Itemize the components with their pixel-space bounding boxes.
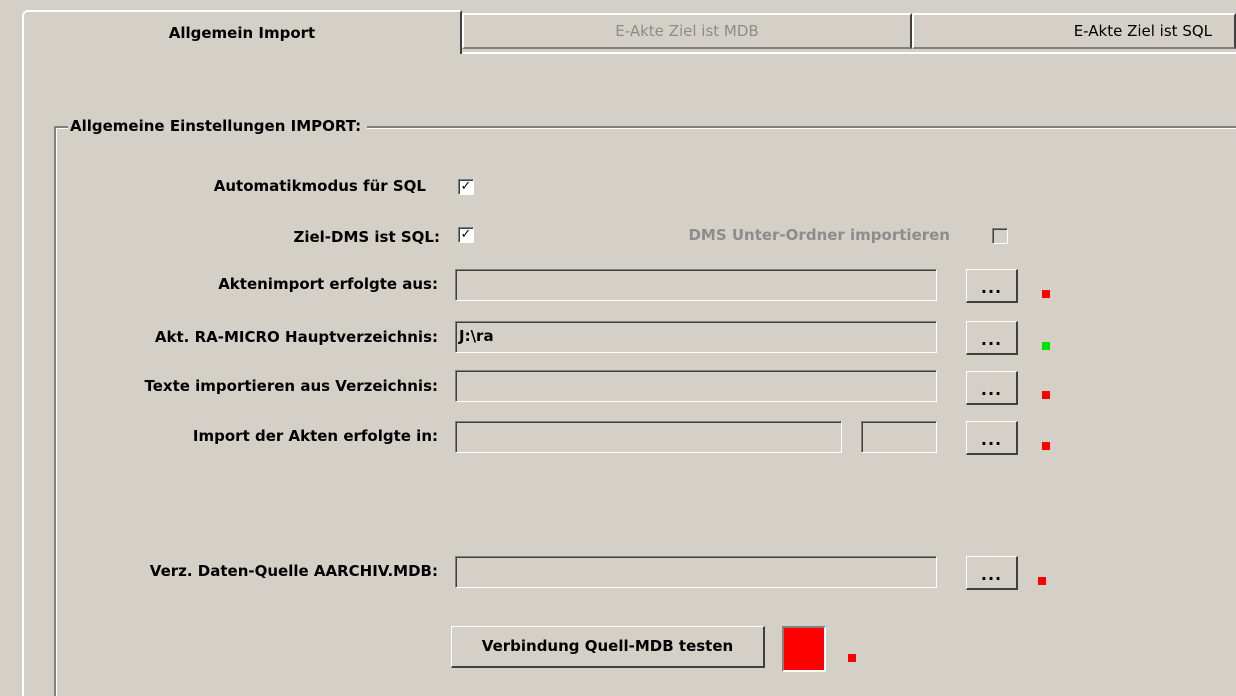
import-akten-label: Import der Akten erfolgte in: — [192, 427, 438, 445]
dms-unterordner-label: DMS Unter-Ordner importieren — [688, 226, 950, 244]
aarchiv-field[interactable] — [455, 556, 937, 588]
connection-result-indicator — [782, 626, 826, 672]
hauptverzeichnis-browse-button[interactable]: ... — [966, 321, 1018, 355]
import-akten-field[interactable] — [455, 421, 842, 453]
texte-status-indicator — [1042, 391, 1050, 399]
texte-browse-button[interactable]: ... — [966, 371, 1018, 405]
texte-label: Texte importieren aus Verzeichnis: — [144, 377, 439, 395]
tab-label: E-Akte Ziel ist SQL — [1073, 22, 1212, 40]
aktenimport-status-indicator — [1042, 290, 1050, 298]
aktenimport-browse-button[interactable]: ... — [966, 269, 1018, 303]
test-status-indicator — [848, 654, 856, 662]
import-akten-status-indicator — [1042, 442, 1050, 450]
aktenimport-field[interactable] — [455, 269, 937, 301]
hauptverzeichnis-status-indicator — [1042, 342, 1050, 350]
tab-allgemein-import[interactable]: Allgemein Import — [22, 10, 462, 54]
tab-e-akte-ziel-mdb[interactable]: E-Akte Ziel ist MDB — [462, 13, 912, 49]
ziel-dms-checkbox[interactable]: ✓ — [458, 227, 474, 243]
import-akten-secondary-field[interactable] — [861, 421, 937, 453]
automatik-label: Automatikmodus für SQL — [213, 177, 426, 195]
aarchiv-status-indicator — [1038, 577, 1046, 585]
dialog-window: E-Akte Ziel ist MDB E-Akte Ziel ist SQL … — [0, 0, 1236, 696]
test-connection-button[interactable]: Verbindung Quell-MDB testen — [451, 626, 765, 668]
tab-e-akte-ziel-sql[interactable]: E-Akte Ziel ist SQL — [912, 13, 1236, 49]
texte-field[interactable] — [455, 370, 937, 402]
dms-unterordner-checkbox[interactable] — [992, 228, 1008, 244]
automatik-checkbox[interactable]: ✓ — [458, 179, 474, 195]
import-akten-browse-button[interactable]: ... — [966, 421, 1018, 455]
hauptverzeichnis-label: Akt. RA-MICRO Hauptverzeichnis: — [154, 328, 438, 346]
aarchiv-label: Verz. Daten-Quelle AARCHIV.MDB: — [149, 562, 438, 580]
aktenimport-label: Aktenimport erfolgte aus: — [218, 275, 438, 293]
hauptverzeichnis-field[interactable]: J:\ra — [455, 321, 937, 353]
group-title: Allgemeine Einstellungen IMPORT: — [68, 117, 368, 135]
tab-label: E-Akte Ziel ist MDB — [615, 22, 759, 40]
aarchiv-browse-button[interactable]: ... — [966, 556, 1018, 590]
tab-label: Allgemein Import — [168, 24, 316, 42]
settings-groupbox — [54, 126, 1236, 696]
ziel-dms-label: Ziel-DMS ist SQL: — [293, 228, 440, 246]
